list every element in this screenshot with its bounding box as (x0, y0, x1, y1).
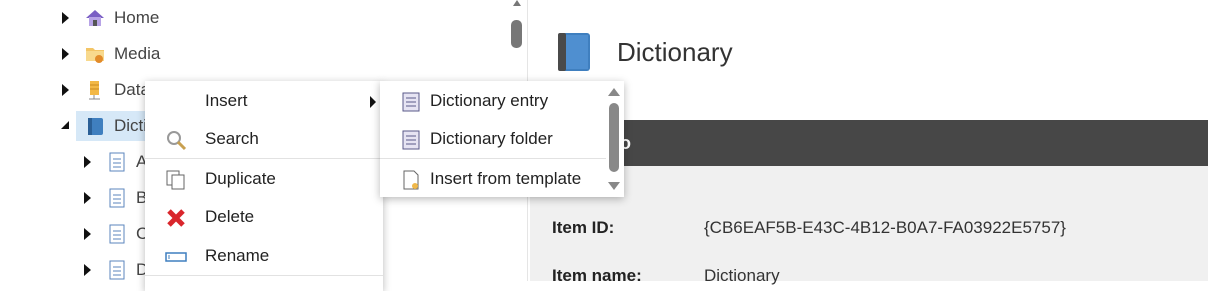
expand-arrow-icon[interactable] (84, 192, 91, 204)
item-name-label: Item name: (552, 266, 642, 285)
tree-item-label: Media (114, 44, 161, 63)
menu-divider (145, 275, 383, 276)
house-icon (84, 7, 106, 29)
dictionary-folder-icon (402, 130, 420, 150)
submenu-item-label: Dictionary folder (430, 129, 553, 148)
item-name-value: Dictionary (704, 266, 780, 285)
menu-item-label: Insert (205, 91, 248, 110)
collapse-arrow-icon[interactable] (60, 120, 70, 130)
tree-item-b[interactable]: B (84, 183, 147, 213)
tree-item-data[interactable]: Data (62, 75, 150, 105)
page-title: Dictionary (617, 37, 733, 67)
expand-arrow-icon[interactable] (84, 228, 91, 240)
scroll-up-arrow-icon[interactable] (608, 88, 620, 96)
expand-arrow-icon[interactable] (62, 12, 69, 24)
submenu-item-dictionary-entry[interactable]: Dictionary entry (380, 82, 606, 120)
tree-scroll-thumb[interactable] (511, 20, 522, 48)
tree-item-label: Home (114, 8, 160, 27)
book-icon (84, 115, 106, 137)
tree-item-label: Dicti (114, 116, 148, 135)
document-icon (106, 259, 128, 281)
rename-icon (165, 246, 187, 268)
document-icon (106, 187, 128, 209)
menu-item-rename[interactable]: Rename (145, 237, 383, 275)
scroll-down-arrow-icon[interactable] (608, 182, 620, 190)
menu-divider (145, 158, 383, 159)
document-icon (106, 151, 128, 173)
menu-item-label: Duplicate (205, 169, 276, 188)
database-icon (84, 79, 106, 101)
menu-item-label: Delete (205, 207, 255, 226)
context-menu: Insert Search Duplicate Delete Rename (145, 81, 383, 291)
expand-arrow-icon[interactable] (62, 84, 69, 96)
tree-item-c[interactable]: C (84, 219, 148, 249)
menu-item-delete[interactable]: Delete (145, 198, 383, 236)
expand-arrow-icon[interactable] (84, 156, 91, 168)
submenu-item-insert-from-template[interactable]: Insert from template (380, 160, 606, 198)
item-id-value: {CB6EAF5B-E43C-4B12-B0A7-FA03922E5757} (704, 218, 1066, 237)
insert-submenu: Dictionary entry Dictionary folder Inser… (380, 81, 624, 197)
dictionary-book-icon (556, 31, 592, 73)
expand-arrow-icon[interactable] (84, 264, 91, 276)
submenu-item-dictionary-folder[interactable]: Dictionary folder (380, 120, 606, 158)
menu-item-duplicate[interactable]: Duplicate (145, 160, 383, 198)
expand-arrow-icon[interactable] (62, 48, 69, 60)
duplicate-icon (165, 169, 187, 191)
submenu-arrow-icon (370, 96, 376, 108)
item-id-label: Item ID: (552, 218, 615, 237)
submenu-divider (380, 158, 606, 159)
menu-item-insert[interactable]: Insert (145, 82, 383, 120)
menu-item-search[interactable]: Search (145, 120, 383, 158)
template-icon (402, 170, 420, 190)
magnifier-icon (165, 129, 187, 151)
dictionary-entry-icon (402, 92, 420, 112)
submenu-item-label: Dictionary entry (430, 91, 549, 110)
submenu-scroll-thumb[interactable] (609, 103, 619, 172)
tree-item-a[interactable]: A (84, 147, 147, 177)
tree-item-dictionary[interactable]: Dicti (76, 111, 156, 141)
document-icon (106, 223, 128, 245)
submenu-item-label: Insert from template (430, 169, 582, 188)
menu-item-label: Rename (205, 246, 270, 265)
menu-item-label: Search (205, 129, 259, 148)
section-header[interactable] (530, 120, 1208, 166)
folder-icon (84, 43, 106, 65)
tree-item-home[interactable]: Home (62, 3, 159, 33)
delete-x-icon (165, 207, 187, 229)
tree-item-media[interactable]: Media (62, 39, 160, 69)
